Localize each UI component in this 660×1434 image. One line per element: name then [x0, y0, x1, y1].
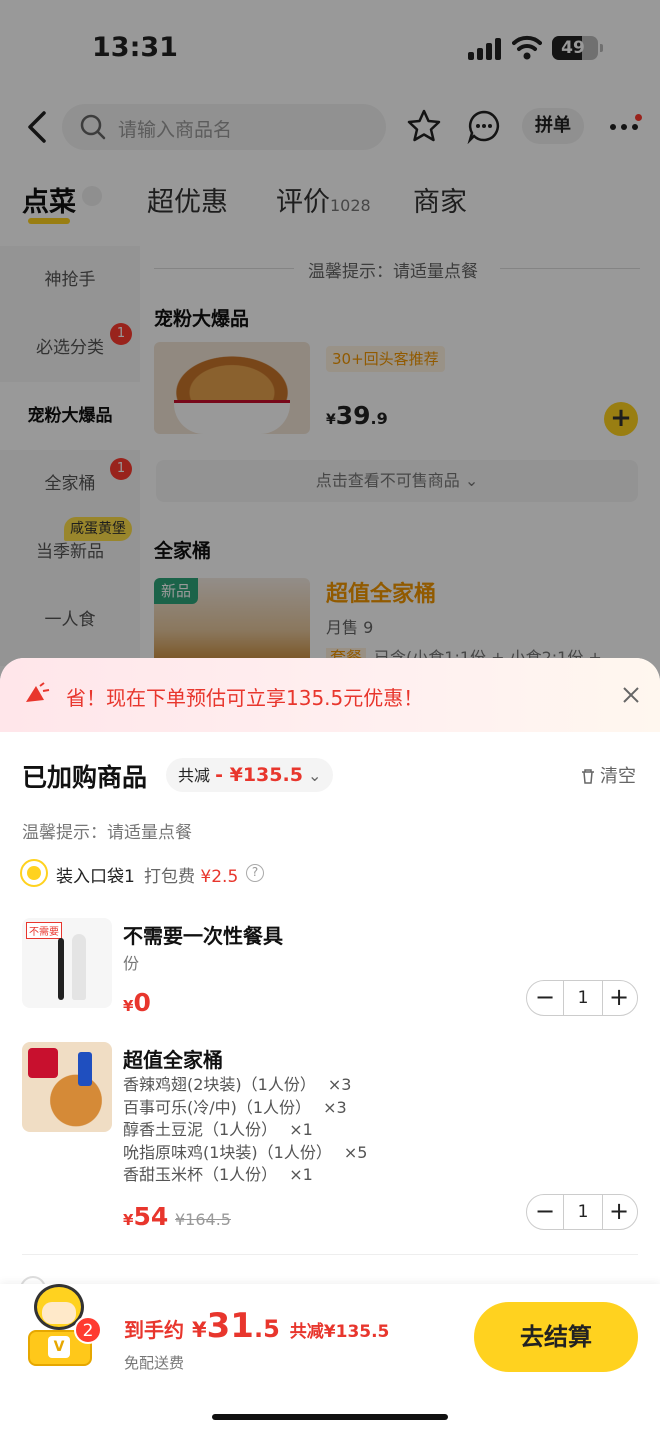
cart-tip: 温馨提示：请适量点餐	[22, 823, 192, 843]
saving-label: 共减	[178, 766, 211, 785]
cart-item-unit: 份	[123, 954, 140, 973]
cart-item-details: 香辣鸡翅(2块装)（1人份） ×3 百事可乐(冷/中)（1人份） ×3 醇香土豆泥（…	[123, 1074, 367, 1187]
saving-dropdown[interactable]: 共减 - ¥135.5 ⌄	[166, 758, 334, 792]
detail-line: 吮指原味鸡(1块装)（1人份） ×5	[123, 1142, 368, 1162]
quantity-value[interactable]: 1	[563, 981, 603, 1015]
bucket-image	[22, 1042, 112, 1132]
cutlery-image: 不需要	[22, 918, 112, 1008]
image-tag: 不需要	[26, 922, 62, 939]
decrease-button[interactable]: −	[527, 981, 563, 1015]
decrease-button[interactable]: −	[527, 1195, 563, 1229]
increase-button[interactable]: +	[601, 1195, 637, 1229]
detail-line: 百事可乐(冷/中)（1人份） ×3	[123, 1097, 347, 1117]
increase-button[interactable]: +	[601, 981, 637, 1015]
clear-cart-button[interactable]: 清空	[580, 762, 636, 788]
bag-radio[interactable]	[20, 859, 48, 887]
close-icon[interactable]	[620, 684, 642, 706]
delivery-fee: 免配送费	[124, 1354, 185, 1372]
quantity-value[interactable]: 1	[563, 1195, 603, 1229]
checkout-button[interactable]: 去结算	[474, 1302, 638, 1372]
clear-cart-label: 清空	[600, 766, 636, 787]
help-icon[interactable]: ?	[246, 864, 264, 882]
cart-item-price: ¥54	[123, 1202, 169, 1231]
quantity-stepper: − 1 +	[526, 1194, 638, 1230]
quantity-stepper: − 1 +	[526, 980, 638, 1016]
cart-count-badge: 2	[74, 1316, 102, 1344]
cart-item-name: 超值全家桶	[123, 1048, 223, 1072]
packing-fee: 打包费 ¥2.5	[144, 867, 239, 887]
promo-text: 省！现在下单预估可立享135.5元优惠！	[66, 686, 424, 710]
detail-line: 香辣鸡翅(2块装)（1人份） ×3	[123, 1075, 352, 1094]
original-price: ¥164.5	[175, 1210, 231, 1229]
detail-line: 香甜玉米杯（1人份） ×1	[123, 1165, 313, 1184]
saving-value: - ¥135.5	[215, 764, 303, 786]
cart-item-name: 不需要一次性餐具	[123, 924, 283, 948]
divider	[22, 1254, 638, 1255]
megaphone-icon	[26, 682, 50, 702]
trash-icon	[582, 769, 594, 784]
chevron-down-icon: ⌄	[308, 766, 322, 785]
detail-line: 醇香土豆泥（1人份） ×1	[123, 1120, 313, 1139]
bag-label: 装入口袋1	[56, 867, 135, 887]
cart-item-price: ¥0	[123, 988, 151, 1017]
cart-title: 已加购商品	[22, 763, 148, 792]
checkout-bar: V 2 到手约 ¥31.5 共减¥135.5 免配送费 去结算	[0, 1284, 660, 1434]
total-price: 到手约 ¥31.5 共减¥135.5	[124, 1306, 390, 1346]
home-indicator	[212, 1414, 448, 1420]
promo-banner: 省！现在下单预估可立享135.5元优惠！	[0, 658, 660, 732]
